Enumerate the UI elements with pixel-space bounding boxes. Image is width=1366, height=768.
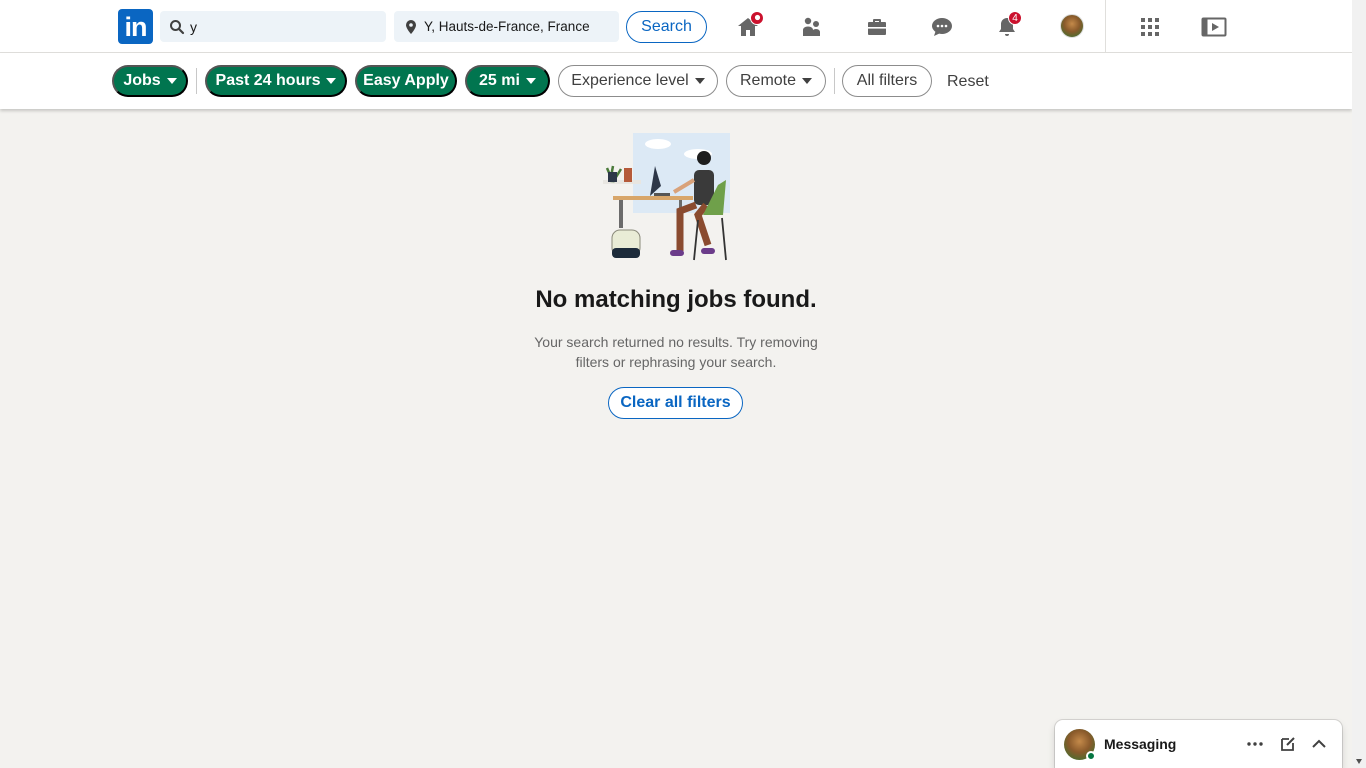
notifications-icon[interactable]: 4 — [993, 11, 1022, 41]
easy-apply-filter-pill[interactable]: Easy Apply — [355, 65, 457, 97]
page-scrollbar[interactable] — [1352, 0, 1366, 768]
date-posted-label: Past 24 hours — [215, 72, 321, 89]
messaging-title[interactable]: Messaging — [1104, 736, 1176, 752]
all-filters-label: All filters — [856, 72, 918, 89]
keyword-search-input[interactable] — [190, 18, 370, 35]
compose-icon[interactable] — [1278, 734, 1298, 754]
more-icon[interactable] — [1245, 734, 1265, 754]
jobs-icon[interactable] — [863, 13, 891, 41]
work-grid-icon[interactable] — [1136, 13, 1164, 41]
search-button[interactable]: Search — [626, 11, 707, 43]
reset-filters-button[interactable]: Reset — [947, 73, 989, 91]
date-posted-filter-pill[interactable]: Past 24 hours — [205, 65, 347, 97]
home-icon[interactable] — [734, 11, 764, 41]
location-search-box[interactable] — [394, 11, 619, 42]
chevron-up-icon[interactable] — [1309, 734, 1329, 754]
my-network-icon[interactable] — [798, 13, 826, 41]
distance-label: 25 mi — [479, 72, 520, 89]
caret-down-icon — [694, 78, 705, 84]
all-filters-button[interactable]: All filters — [842, 65, 932, 97]
messaging-icon[interactable] — [928, 13, 956, 41]
empty-state-title: No matching jobs found. — [535, 286, 817, 313]
distance-filter-pill[interactable]: 25 mi — [465, 65, 550, 97]
nav-divider — [1105, 0, 1106, 52]
me-avatar[interactable] — [1060, 14, 1084, 38]
jobs-filter-label: Jobs — [123, 72, 161, 89]
caret-down-icon — [166, 78, 177, 84]
home-badge — [750, 11, 764, 25]
global-nav: in Search 4 — [0, 0, 1352, 53]
messaging-overlay[interactable]: Messaging — [1055, 720, 1342, 768]
learning-icon[interactable] — [1200, 13, 1228, 41]
caret-down-icon — [525, 78, 536, 84]
online-status-dot — [1086, 751, 1096, 761]
search-icon — [160, 19, 188, 35]
location-search-input[interactable] — [424, 19, 614, 34]
filter-divider — [196, 68, 197, 94]
clear-all-filters-button[interactable]: Clear all filters — [608, 387, 743, 419]
notifications-badge: 4 — [1008, 11, 1022, 25]
experience-label: Experience level — [571, 72, 689, 89]
linkedin-logo-icon[interactable]: in — [118, 9, 153, 44]
job-filter-bar: Jobs Past 24 hours Easy Apply 25 mi Expe… — [0, 53, 1352, 109]
empty-state-description: Your search returned no results. Try rem… — [534, 334, 818, 370]
experience-filter-pill[interactable]: Experience level — [558, 65, 718, 97]
caret-down-icon — [802, 78, 813, 84]
filter-divider — [834, 68, 835, 94]
remote-label: Remote — [739, 72, 797, 89]
scroll-down-arrow-icon[interactable] — [1356, 759, 1362, 764]
empty-state-illustration — [603, 133, 730, 261]
keyword-search-box[interactable] — [160, 11, 386, 42]
location-pin-icon — [394, 19, 422, 35]
remote-filter-pill[interactable]: Remote — [726, 65, 826, 97]
easy-apply-label: Easy Apply — [363, 72, 449, 89]
jobs-filter-pill[interactable]: Jobs — [112, 65, 188, 97]
caret-down-icon — [326, 78, 337, 84]
